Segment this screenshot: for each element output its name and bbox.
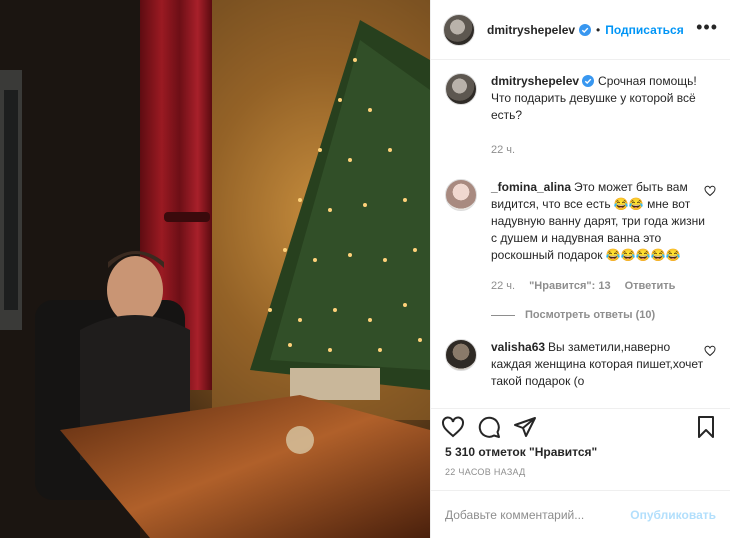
instagram-post: dmitryshepelev • Подписаться ••• dmitrys… [0,0,730,538]
comment-username[interactable]: _fomina_alina [491,180,571,194]
caption-avatar[interactable] [445,73,477,105]
comment-likes[interactable]: "Нравится": 13 [529,278,610,295]
author-avatar[interactable] [443,13,475,46]
view-replies-label: Посмотреть ответы (10) [525,309,656,321]
verified-badge-icon [582,75,595,87]
bookmark-icon[interactable] [694,415,718,439]
comment-avatar[interactable] [445,179,477,211]
add-comment-bar: Опубликовать [431,490,730,538]
comment-body: valisha63 Вы заметили,наверно каждая женщ… [491,339,706,390]
reply-button[interactable]: Ответить [625,278,676,295]
comment-input[interactable] [445,507,625,522]
replies-divider [491,314,515,316]
post-side-panel: dmitryshepelev • Подписаться ••• dmitrys… [430,0,730,538]
post-timestamp[interactable]: 22 ЧАСОВ НАЗАД [445,467,526,477]
author-username[interactable]: dmitryshepelev [487,23,575,37]
comment-item: _fomina_alina Это может быть вам видится,… [445,179,716,295]
caption-username[interactable]: dmitryshepelev [491,74,579,88]
verified-badge-icon [579,23,592,36]
comment-item: valisha63 Вы заметили,наверно каждая женщ… [445,339,716,390]
comment-like-icon[interactable] [704,345,716,357]
comment-avatar[interactable] [445,339,477,371]
caption-body: dmitryshepelev Срочная помощь! Что подари… [491,73,706,159]
share-direct-icon[interactable] [513,415,537,439]
view-replies-button[interactable]: Посмотреть ответы (10) [491,309,716,321]
caption-meta: 22 ч. [491,142,706,159]
more-options-icon[interactable]: ••• [696,18,718,36]
comment-username[interactable]: valisha63 [491,340,545,354]
comment-meta: 22 ч. "Нравится": 13 Ответить [491,278,706,295]
comments-list[interactable]: dmitryshepelev Срочная помощь! Что подари… [431,61,730,407]
separator-dot: • [596,22,601,37]
likes-count[interactable]: 5 310 отметок "Нравится" [445,445,597,459]
caption-time[interactable]: 22 ч. [491,142,515,159]
post-header: dmitryshepelev • Подписаться ••• [431,0,730,60]
publish-button[interactable]: Опубликовать [630,508,716,522]
comment-like-icon[interactable] [704,185,716,197]
post-actions [431,408,730,444]
post-photo-image [0,0,430,538]
comment-bubble-icon[interactable] [477,415,501,439]
caption: dmitryshepelev Срочная помощь! Что подари… [445,73,716,159]
follow-button[interactable]: Подписаться [605,23,683,37]
like-heart-icon[interactable] [441,415,465,439]
comment-time[interactable]: 22 ч. [491,278,515,295]
post-photo[interactable] [0,0,430,538]
comment-body: _fomina_alina Это может быть вам видится,… [491,179,706,295]
